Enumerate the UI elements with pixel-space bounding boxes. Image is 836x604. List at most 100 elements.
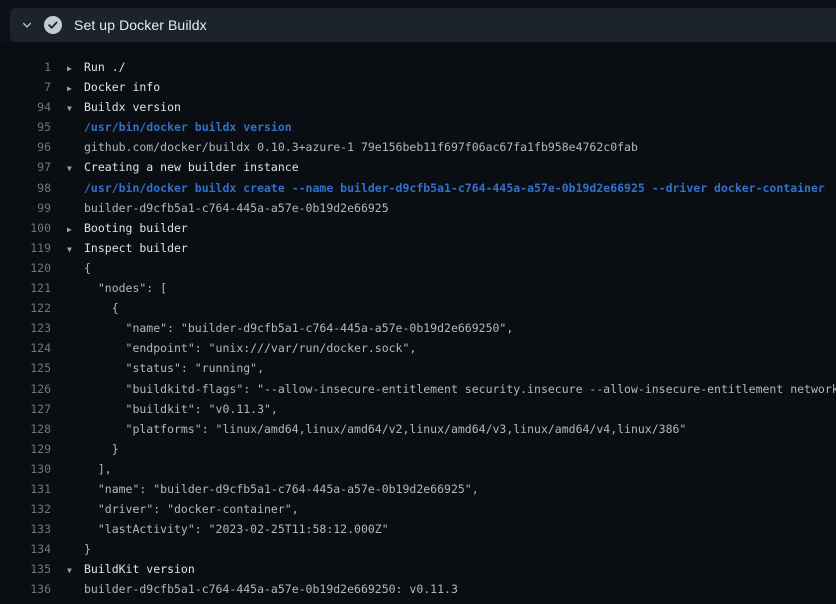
marker-spacer	[51, 260, 84, 280]
line-number[interactable]: 128	[0, 419, 51, 439]
group-expanded-icon[interactable]: ▼	[51, 561, 84, 581]
line-number[interactable]: 135	[0, 559, 51, 579]
log-line: 120 {	[0, 258, 836, 278]
output-text: "buildkitd-flags": "--allow-insecure-ent…	[84, 379, 836, 399]
marker-spacer	[51, 180, 84, 200]
chevron-down-icon[interactable]	[10, 8, 44, 42]
group-title: Creating a new builder instance	[84, 157, 299, 177]
line-number[interactable]: 97	[0, 157, 51, 177]
output-text: builder-d9cfb5a1-c764-445a-a57e-0b19d2e6…	[84, 198, 389, 218]
log-group-row[interactable]: 94▼Buildx version	[0, 97, 836, 117]
group-title: Booting builder	[84, 218, 188, 238]
output-text: "driver": "docker-container",	[84, 499, 299, 519]
group-expanded-icon[interactable]: ▼	[51, 240, 84, 260]
log-line: 129 }	[0, 439, 836, 459]
group-collapsed-icon[interactable]: ▶	[51, 79, 84, 99]
marker-spacer	[51, 280, 84, 300]
marker-spacer	[51, 401, 84, 421]
log-group-row[interactable]: 1▶Run ./	[0, 57, 836, 77]
group-expanded-icon[interactable]: ▼	[51, 99, 84, 119]
group-title: Inspect builder	[84, 238, 188, 258]
marker-spacer	[51, 320, 84, 340]
log-line: 130 ],	[0, 459, 836, 479]
line-number[interactable]: 99	[0, 198, 51, 218]
log-line: 133 "lastActivity": "2023-02-25T11:58:12…	[0, 519, 836, 539]
output-text: "buildkit": "v0.11.3",	[84, 399, 278, 419]
log-line: 134 }	[0, 539, 836, 559]
marker-spacer	[51, 521, 84, 541]
log-group-row[interactable]: 7▶Docker info	[0, 77, 836, 97]
output-text: github.com/docker/buildx 0.10.3+azure-1 …	[84, 137, 638, 157]
group-collapsed-icon[interactable]: ▶	[51, 220, 84, 240]
output-text: ],	[84, 459, 112, 479]
output-text: "lastActivity": "2023-02-25T11:58:12.000…	[84, 519, 389, 539]
marker-spacer	[51, 581, 84, 601]
line-number[interactable]: 100	[0, 218, 51, 238]
line-number[interactable]: 130	[0, 459, 51, 479]
line-number[interactable]: 119	[0, 238, 51, 258]
log-area[interactable]: 1▶Run ./7▶Docker info94▼Buildx version95…	[0, 42, 836, 604]
group-title: Docker info	[84, 77, 160, 97]
output-text: "name": "builder-d9cfb5a1-c764-445a-a57e…	[84, 318, 513, 338]
log-line: 132 "driver": "docker-container",	[0, 499, 836, 519]
line-number[interactable]: 123	[0, 318, 51, 338]
marker-spacer	[51, 119, 84, 139]
marker-spacer	[51, 501, 84, 521]
line-number[interactable]: 122	[0, 298, 51, 318]
line-number[interactable]: 129	[0, 439, 51, 459]
group-title: Run ./	[84, 57, 126, 77]
line-number[interactable]: 120	[0, 258, 51, 278]
line-number[interactable]: 98	[0, 178, 51, 198]
actions-log-viewer: Set up Docker Buildx 1▶Run ./7▶Docker in…	[0, 0, 836, 604]
line-number[interactable]: 132	[0, 499, 51, 519]
log-line: 96 github.com/docker/buildx 0.10.3+azure…	[0, 137, 836, 157]
output-text: {	[84, 298, 119, 318]
line-number[interactable]: 95	[0, 117, 51, 137]
line-number[interactable]: 134	[0, 539, 51, 559]
output-text: "name": "builder-d9cfb5a1-c764-445a-a57e…	[84, 479, 479, 499]
log-line: 125 "status": "running",	[0, 358, 836, 378]
line-number[interactable]: 136	[0, 579, 51, 599]
group-collapsed-icon[interactable]: ▶	[51, 59, 84, 79]
line-number[interactable]: 7	[0, 77, 51, 97]
line-number[interactable]: 94	[0, 97, 51, 117]
marker-spacer	[51, 360, 84, 380]
log-group-row[interactable]: 119▼Inspect builder	[0, 238, 836, 258]
marker-spacer	[51, 481, 84, 501]
marker-spacer	[51, 421, 84, 441]
log-line: 121 "nodes": [	[0, 278, 836, 298]
line-number[interactable]: 127	[0, 399, 51, 419]
line-number[interactable]: 131	[0, 479, 51, 499]
line-number[interactable]: 96	[0, 137, 51, 157]
log-group-row[interactable]: 97▼Creating a new builder instance	[0, 157, 836, 177]
output-text: "endpoint": "unix:///var/run/docker.sock…	[84, 338, 416, 358]
log-line: 98 /usr/bin/docker buildx create --name …	[0, 178, 836, 198]
log-line: 131 "name": "builder-d9cfb5a1-c764-445a-…	[0, 479, 836, 499]
log-line: 99 builder-d9cfb5a1-c764-445a-a57e-0b19d…	[0, 198, 836, 218]
marker-spacer	[51, 340, 84, 360]
line-number[interactable]: 121	[0, 278, 51, 298]
line-number[interactable]: 133	[0, 519, 51, 539]
output-text: builder-d9cfb5a1-c764-445a-a57e-0b19d2e6…	[84, 579, 458, 599]
step-title: Set up Docker Buildx	[74, 17, 207, 33]
group-expanded-icon[interactable]: ▼	[51, 159, 84, 179]
line-number[interactable]: 124	[0, 338, 51, 358]
log-line: 95 /usr/bin/docker buildx version	[0, 117, 836, 137]
line-number[interactable]: 1	[0, 57, 51, 77]
marker-spacer	[51, 541, 84, 561]
marker-spacer	[51, 381, 84, 401]
step-header[interactable]: Set up Docker Buildx	[10, 8, 836, 42]
line-number[interactable]: 126	[0, 379, 51, 399]
output-text: "nodes": [	[84, 278, 167, 298]
marker-spacer	[51, 441, 84, 461]
log-line: 126 "buildkitd-flags": "--allow-insecure…	[0, 379, 836, 399]
log-group-row[interactable]: 135▼BuildKit version	[0, 559, 836, 579]
command-text: /usr/bin/docker buildx version	[84, 117, 292, 137]
output-text: }	[84, 539, 91, 559]
line-number[interactable]: 125	[0, 358, 51, 378]
marker-spacer	[51, 139, 84, 159]
log-line: 124 "endpoint": "unix:///var/run/docker.…	[0, 338, 836, 358]
marker-spacer	[51, 200, 84, 220]
output-text: "platforms": "linux/amd64,linux/amd64/v2…	[84, 419, 686, 439]
log-group-row[interactable]: 100▶Booting builder	[0, 218, 836, 238]
